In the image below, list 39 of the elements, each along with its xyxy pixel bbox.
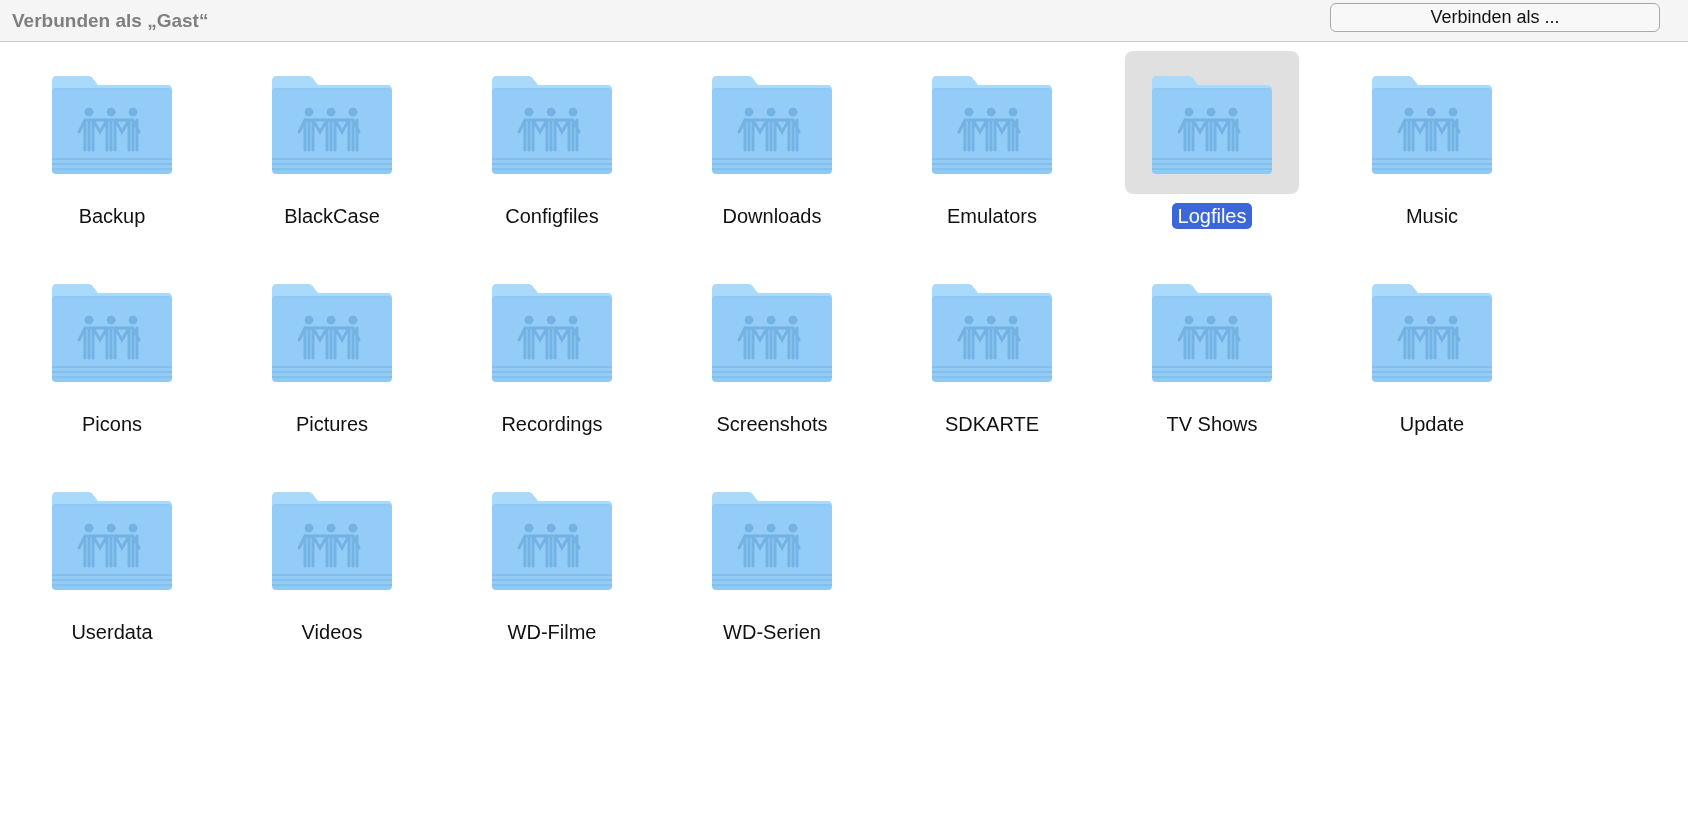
shared-folder-icon xyxy=(272,75,392,174)
shared-folder-icon xyxy=(932,283,1052,382)
shared-folder-icon xyxy=(932,75,1052,174)
shared-folder-icon xyxy=(52,75,172,174)
selection-highlight[interactable] xyxy=(1125,51,1299,194)
shared-folder-icon xyxy=(1152,283,1272,382)
shared-folder-icon xyxy=(1372,283,1492,382)
folder-name[interactable]: BlackCase xyxy=(278,203,386,229)
folder-name[interactable]: Downloads xyxy=(716,203,828,229)
folder-name[interactable]: Update xyxy=(1393,411,1471,437)
shared-folder-icon xyxy=(1372,75,1492,174)
shared-folder-icon xyxy=(492,491,612,590)
folder-name[interactable]: WD-Serien xyxy=(717,619,827,645)
folder-name[interactable]: Backup xyxy=(72,203,152,229)
shared-folder-icon xyxy=(1152,75,1272,174)
shared-folder-icon xyxy=(712,283,832,382)
shared-folder-icon xyxy=(492,283,612,382)
folder-name[interactable]: TV Shows xyxy=(1160,411,1264,437)
connection-status: Verbunden als „Gast“ xyxy=(12,9,209,32)
shared-folder-icon xyxy=(52,283,172,382)
folder-name[interactable]: Recordings xyxy=(495,411,609,437)
shared-folder-icon xyxy=(272,283,392,382)
folder-name[interactable]: Configfiles xyxy=(499,203,605,229)
folder-name[interactable]: Picons xyxy=(76,411,148,437)
connect-as-button[interactable]: Verbinden als ... xyxy=(1330,3,1660,32)
folder-name[interactable]: Logfiles xyxy=(1171,203,1253,229)
folder-name[interactable]: Pictures xyxy=(289,411,375,437)
shared-folder-icon xyxy=(52,491,172,590)
shared-folder-icon xyxy=(712,491,832,590)
folder-name[interactable]: Userdata xyxy=(65,619,159,645)
folder-name[interactable]: Music xyxy=(1399,203,1465,229)
folder-name[interactable]: SDKARTE xyxy=(938,411,1046,437)
folder-name[interactable]: WD-Filme xyxy=(501,619,603,645)
folder-name[interactable]: Emulators xyxy=(941,203,1043,229)
shared-folder-icon xyxy=(712,75,832,174)
shared-folder-icon xyxy=(492,75,612,174)
folder-name[interactable]: Screenshots xyxy=(710,411,834,437)
folder-name[interactable]: Videos xyxy=(295,619,369,645)
shared-folder-icon xyxy=(272,491,392,590)
